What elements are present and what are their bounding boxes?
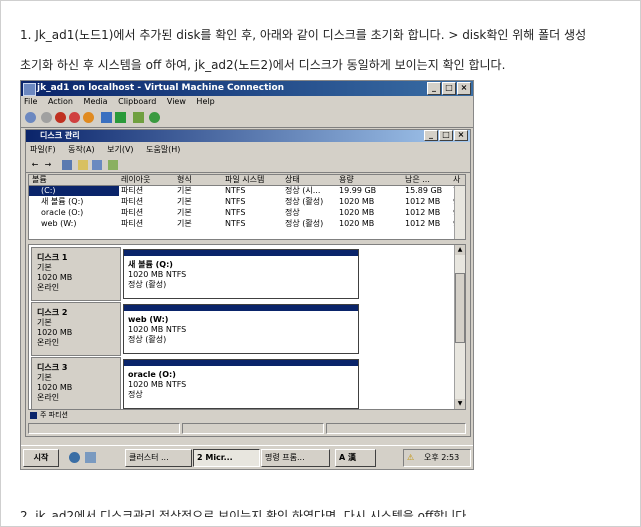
warning-icon[interactable]: ⚠	[407, 450, 414, 466]
dm-menu-bar: 파일(F) 동작(A) 보기(V) 도움말(H)	[26, 143, 470, 157]
start-icon[interactable]	[41, 112, 52, 123]
turn-off-icon[interactable]	[55, 112, 66, 123]
vm-title: jk_ad1 on localhost - Virtual Machine Co…	[37, 83, 285, 93]
dm-menu-help[interactable]: 도움말(H)	[146, 145, 180, 154]
dm-status-bar	[28, 423, 466, 434]
disk-row[interactable]: 디스크 2 기본 1020 MB 온라인 web (W:) 1020 MB NT…	[31, 302, 455, 356]
disk-name: 디스크 2	[37, 308, 68, 317]
close-button[interactable]: ×	[457, 82, 471, 95]
disk-label: 디스크 1 기본 1020 MB 온라인	[31, 247, 121, 301]
dm-title-bar: 디스크 관리 _ □ ×	[26, 130, 470, 142]
disk-row[interactable]: 디스크 1 기본 1020 MB 온라인 새 볼륨 (Q:) 1020 MB N…	[31, 247, 455, 301]
volume-list-scrollbar[interactable]	[454, 186, 465, 239]
menu-media[interactable]: Media	[84, 97, 108, 106]
shutdown-icon[interactable]	[69, 112, 80, 123]
snapshot-icon[interactable]	[133, 112, 144, 123]
primary-partition-swatch	[30, 411, 37, 419]
col-free[interactable]: 남은 ...	[405, 175, 430, 185]
scroll-thumb[interactable]	[455, 273, 465, 343]
disk-name: 디스크 1	[37, 253, 68, 262]
col-capacity[interactable]: 용량	[339, 175, 354, 185]
partition-block[interactable]: 새 볼륨 (Q:) 1020 MB NTFS 정상 (활성)	[123, 249, 359, 299]
minimize-button[interactable]: _	[427, 82, 441, 95]
disk-label: 디스크 2 기본 1020 MB 온라인	[31, 302, 121, 356]
help-icon[interactable]	[78, 160, 88, 170]
col-percent[interactable]: 사	[453, 175, 460, 185]
settings-icon[interactable]	[108, 160, 118, 170]
dm-menu-file[interactable]: 파일(F)	[30, 145, 56, 154]
menu-clipboard[interactable]: Clipboard	[118, 97, 156, 106]
primary-partition-bar	[124, 250, 358, 256]
volume-row[interactable]: 새 볼륨 (Q:) 파티션 기본 NTFS 정상 (활성) 1020 MB 10…	[29, 197, 465, 207]
volume-list-icon[interactable]	[62, 160, 72, 170]
menu-help[interactable]: Help	[196, 97, 214, 106]
col-status[interactable]: 상태	[285, 175, 300, 185]
primary-partition-bar	[124, 360, 358, 366]
menu-file[interactable]: File	[24, 97, 37, 106]
col-layout[interactable]: 레이아웃	[121, 175, 150, 185]
col-volume[interactable]: 볼륨	[32, 175, 47, 185]
taskbar-item-cmd[interactable]: 명령 프롬...	[261, 449, 330, 467]
intro-text: 1. Jk_ad1(노드1)에서 추가된 disk를 확인 후, 아래와 같이 …	[20, 20, 632, 80]
next-step-text: 2. jk_ad2에서 디스크관리 정상적으로 보이는지 확인 하였다면, 다시…	[20, 509, 471, 517]
intro-line-1: 1. Jk_ad1(노드1)에서 추가된 disk를 확인 후, 아래와 같이 …	[20, 28, 587, 42]
save-state-icon[interactable]	[83, 112, 94, 123]
quicklaunch-icon[interactable]	[85, 452, 96, 463]
revert-icon[interactable]	[149, 112, 160, 123]
disk-name: 디스크 3	[37, 363, 68, 372]
play-icon[interactable]	[115, 112, 126, 123]
clock: 오후 2:53	[424, 453, 460, 462]
partition-block[interactable]: web (W:) 1020 MB NTFS 정상 (활성)	[123, 304, 359, 354]
volume-row[interactable]: (C:) 파티션 기본 NTFS 정상 (시... 19.99 GB 15.89…	[29, 186, 465, 196]
menu-view[interactable]: View	[167, 97, 186, 106]
disk-label: 디스크 3 기본 1020 MB 온라인	[31, 357, 121, 409]
volume-row[interactable]: web (W:) 파티션 기본 NTFS 정상 (활성) 1020 MB 101…	[29, 219, 465, 229]
ime-indicator[interactable]: A 漢	[335, 449, 376, 467]
disk-management-window: 디스크 관리 _ □ × 파일(F) 동작(A) 보기(V) 도움말(H) ← …	[25, 129, 471, 437]
menu-action[interactable]: Action	[48, 97, 73, 106]
vm-title-bar: jk_ad1 on localhost - Virtual Machine Co…	[21, 81, 473, 96]
dm-title: 디스크 관리	[40, 131, 80, 140]
back-arrow-icon[interactable]: ←	[30, 160, 40, 170]
taskbar: 시작 클러스터 ... 2 Micr... 명령 프롬... A 漢 ⚠ 오후 …	[21, 445, 473, 469]
vm-menu-bar: File Action Media Clipboard View Help	[21, 96, 473, 108]
volume-list: 볼륨 레이아웃 형식 파일 시스템 상태 용량 남은 ... 사 (C:) 파티…	[28, 174, 466, 240]
scroll-up-arrow[interactable]: ▲	[455, 245, 465, 255]
volume-row[interactable]: oracle (O:) 파티션 기본 NTFS 정상 1020 MB 1012 …	[29, 208, 465, 218]
partition-block[interactable]: oracle (O:) 1020 MB NTFS 정상	[123, 359, 359, 409]
col-type[interactable]: 형식	[177, 175, 192, 185]
disk-row[interactable]: 디스크 3 기본 1020 MB 온라인 oracle (O:) 1020 MB…	[31, 357, 455, 409]
intro-line-2: 초기화 하신 후 시스템을 off 하여, jk_ad2(노드2)에서 디스크가…	[20, 58, 506, 72]
legend-label: 주 파티션	[40, 411, 68, 419]
system-tray: ⚠ 오후 2:53	[403, 449, 471, 467]
primary-partition-bar	[124, 305, 358, 311]
properties-icon[interactable]	[92, 160, 102, 170]
disk-map: 디스크 1 기본 1020 MB 온라인 새 볼륨 (Q:) 1020 MB N…	[28, 244, 466, 410]
scroll-down-arrow[interactable]: ▼	[455, 399, 465, 409]
dm-toolbar: ← →	[26, 158, 470, 173]
volume-list-header: 볼륨 레이아웃 형식 파일 시스템 상태 용량 남은 ... 사	[29, 175, 465, 186]
dm-minimize-button[interactable]: _	[424, 130, 438, 141]
start-button[interactable]: 시작	[23, 449, 59, 467]
col-filesystem[interactable]: 파일 시스템	[225, 175, 264, 185]
vm-app-icon	[23, 83, 36, 96]
maximize-button[interactable]: □	[442, 82, 456, 95]
forward-arrow-icon[interactable]: →	[43, 160, 53, 170]
taskbar-item-cluster[interactable]: 클러스터 ...	[125, 449, 192, 467]
vm-toolbar	[21, 109, 473, 128]
ctrl-alt-del-icon[interactable]	[25, 112, 36, 123]
quicklaunch-icon[interactable]	[69, 452, 80, 463]
disk-map-scrollbar[interactable]: ▲ ▼	[454, 245, 465, 409]
dm-close-button[interactable]: ×	[454, 130, 468, 141]
dm-menu-view[interactable]: 보기(V)	[107, 145, 133, 154]
dm-menu-action[interactable]: 동작(A)	[68, 145, 94, 154]
vm-screenshot: jk_ad1 on localhost - Virtual Machine Co…	[20, 80, 474, 470]
disk-legend: 주 파티션	[28, 410, 464, 420]
pause-icon[interactable]	[101, 112, 112, 123]
taskbar-item-microsoft[interactable]: 2 Micr...	[193, 449, 260, 467]
dm-maximize-button[interactable]: □	[439, 130, 453, 141]
